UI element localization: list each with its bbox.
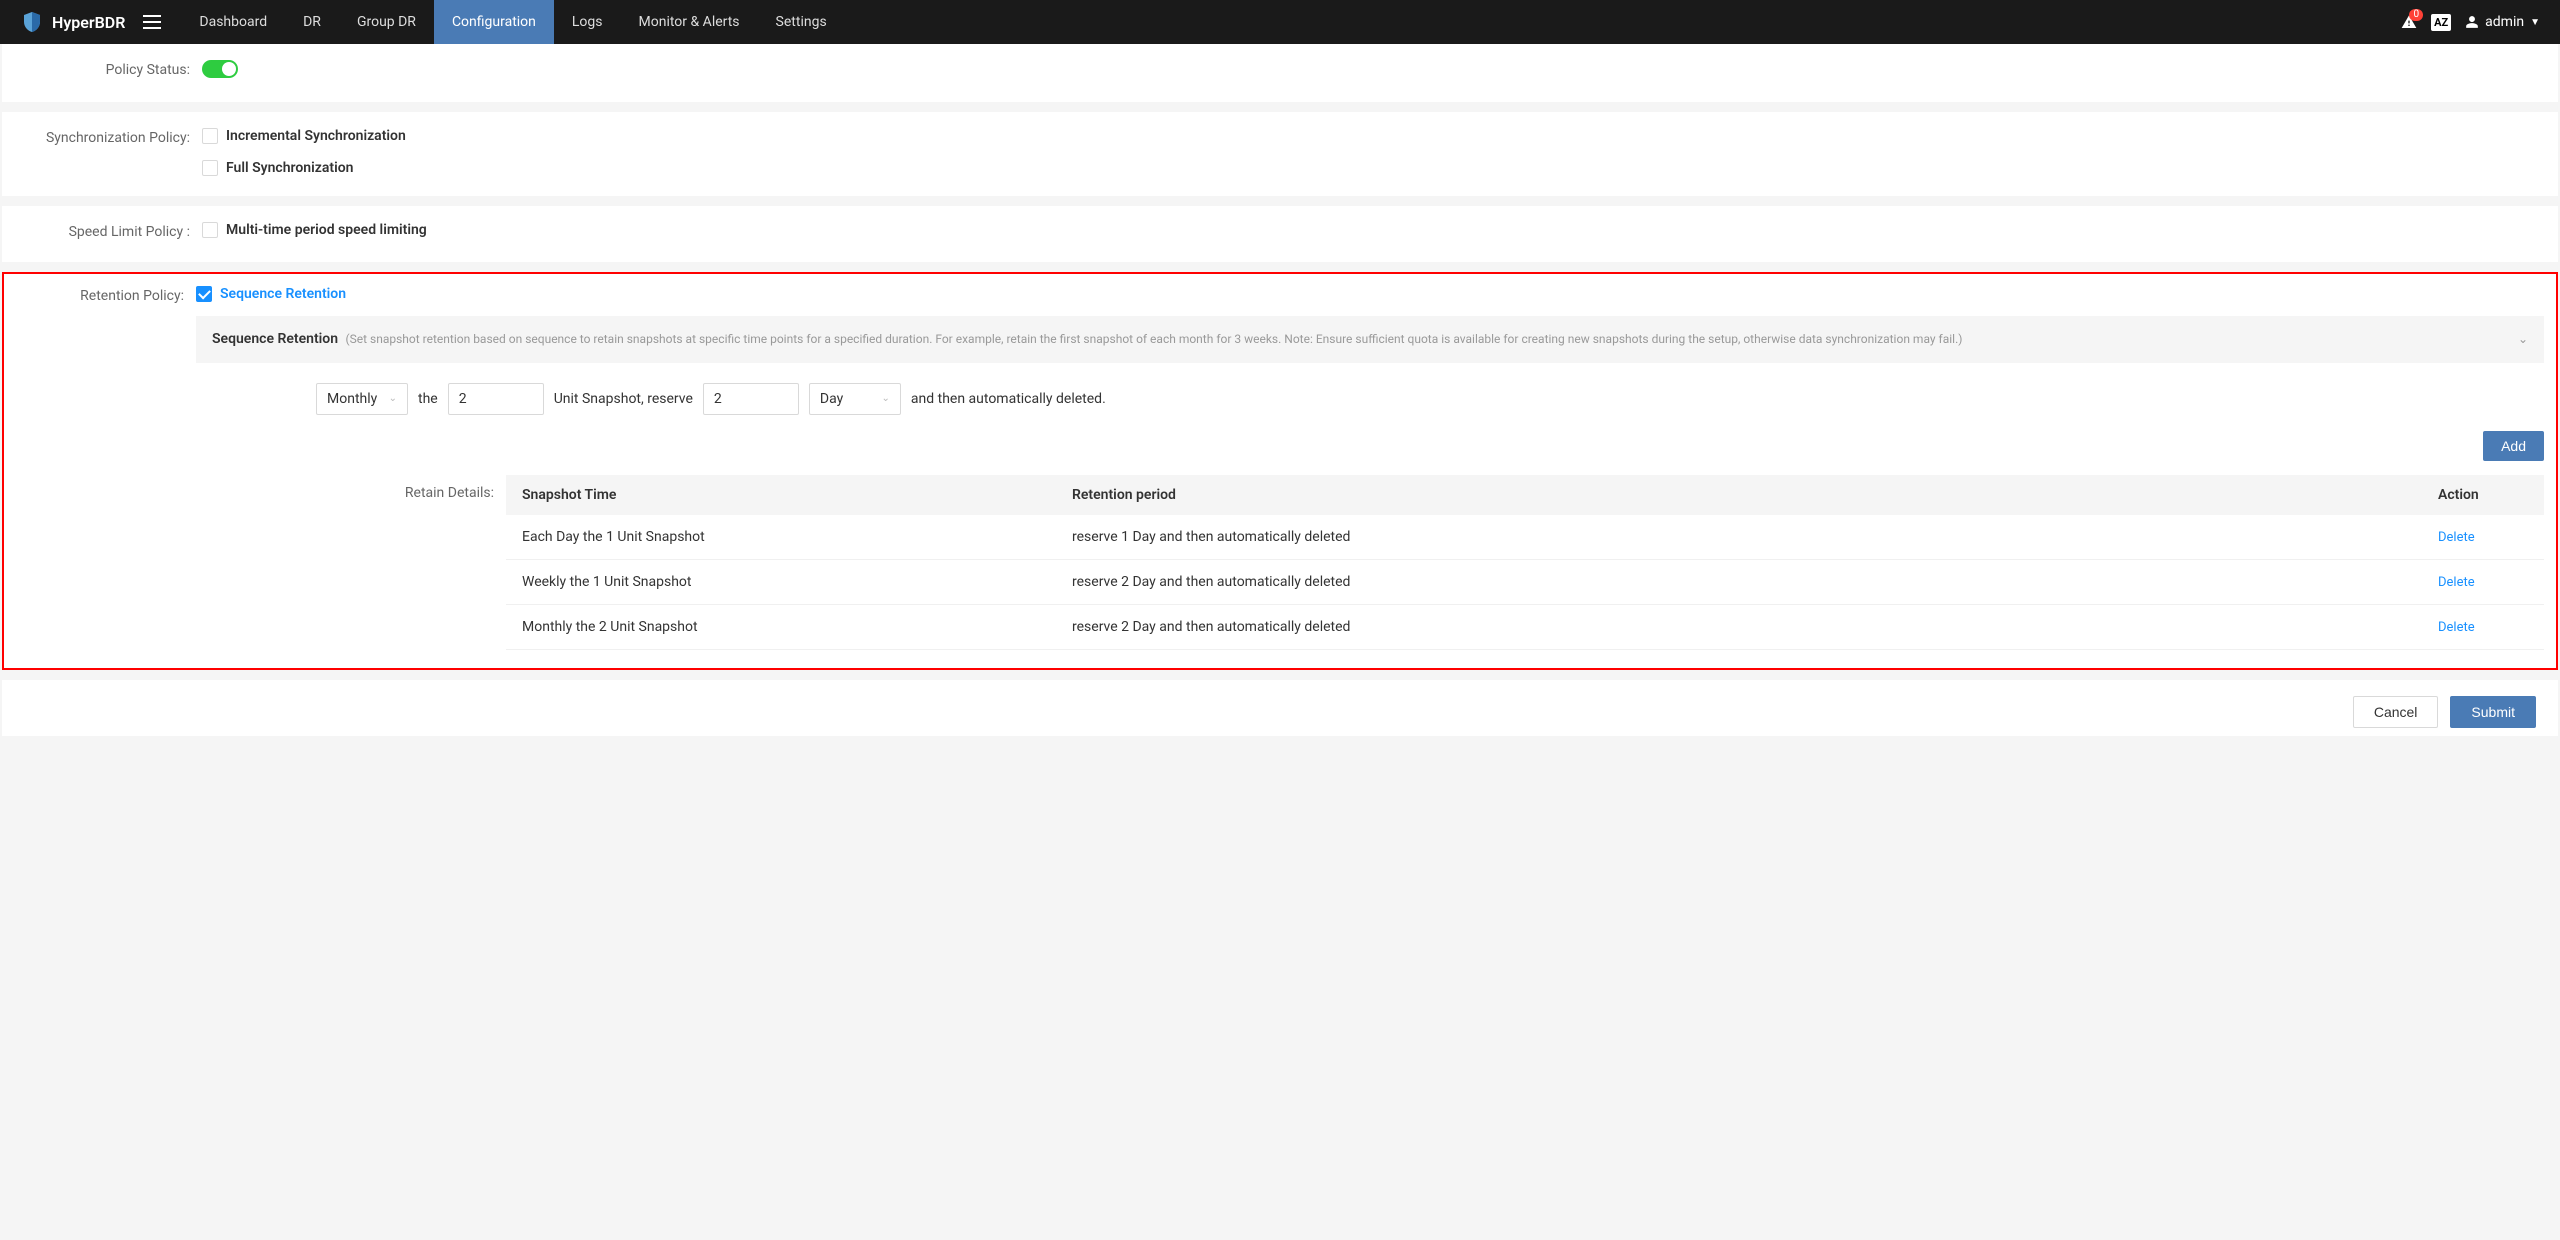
info-title: Sequence Retention — [212, 331, 338, 347]
nav-dr[interactable]: DR — [285, 0, 339, 44]
retention-config-row: Monthly ⌄ the 2 Unit Snapshot, reserve 2… — [196, 363, 2544, 425]
cell-snapshot-time: Weekly the 1 Unit Snapshot — [522, 574, 1072, 590]
text-tail: and then automatically deleted. — [911, 391, 1106, 407]
incremental-sync-checkbox[interactable]: Incremental Synchronization — [202, 128, 2538, 144]
retain-details-label: Retain Details: — [196, 475, 506, 501]
retention-policy-panel: Retention Policy: Sequence Retention Seq… — [2, 272, 2558, 670]
top-nav: Dashboard DR Group DR Configuration Logs… — [181, 0, 844, 44]
checkbox-label: Sequence Retention — [220, 286, 346, 302]
policy-status-panel: Policy Status: — [2, 44, 2558, 102]
logo: HyperBDR — [20, 10, 125, 34]
speed-limit-label: Speed Limit Policy : — [22, 222, 202, 240]
reserve-unit-select[interactable]: Day ⌄ — [809, 383, 901, 415]
user-icon — [2465, 15, 2479, 29]
retention-policy-label: Retention Policy: — [16, 286, 196, 304]
cell-retention-period: reserve 1 Day and then automatically del… — [1072, 529, 2438, 545]
cell-retention-period: reserve 2 Day and then automatically del… — [1072, 619, 2438, 635]
table-row: Each Day the 1 Unit Snapshot reserve 1 D… — [506, 515, 2544, 560]
sequence-retention-checkbox[interactable]: Sequence Retention — [196, 286, 346, 302]
col-snapshot-time: Snapshot Time — [522, 487, 1072, 503]
retain-details-table: Snapshot Time Retention period Action Ea… — [506, 475, 2544, 650]
delete-link[interactable]: Delete — [2438, 530, 2475, 545]
header-right: 0 AZ admin ▼ — [2401, 14, 2540, 31]
nav-dashboard[interactable]: Dashboard — [181, 0, 285, 44]
text-the: the — [418, 391, 438, 407]
retention-info-box: Sequence Retention (Set snapshot retenti… — [196, 316, 2544, 363]
speed-limit-panel: Speed Limit Policy : Multi-time period s… — [2, 206, 2558, 262]
logo-text: HyperBDR — [52, 13, 125, 32]
cell-retention-period: reserve 2 Day and then automatically del… — [1072, 574, 2438, 590]
delete-link[interactable]: Delete — [2438, 575, 2475, 590]
chevron-down-icon: ▼ — [2530, 17, 2540, 28]
policy-status-toggle[interactable] — [202, 60, 238, 78]
notification-icon[interactable]: 0 — [2401, 14, 2417, 30]
input-value: 2 — [714, 391, 722, 407]
multi-time-speed-checkbox[interactable]: Multi-time period speed limiting — [202, 222, 427, 238]
table-row: Weekly the 1 Unit Snapshot reserve 2 Day… — [506, 560, 2544, 605]
add-button[interactable]: Add — [2483, 431, 2544, 461]
period-select[interactable]: Monthly ⌄ — [316, 383, 408, 415]
info-description: (Set snapshot retention based on sequenc… — [346, 332, 1963, 346]
submit-button[interactable]: Submit — [2450, 696, 2536, 728]
user-name: admin — [2485, 14, 2524, 30]
policy-status-label: Policy Status: — [22, 60, 202, 78]
nav-configuration[interactable]: Configuration — [434, 0, 554, 44]
checkbox-icon — [202, 222, 218, 238]
table-row: Monthly the 2 Unit Snapshot reserve 2 Da… — [506, 605, 2544, 650]
app-header: HyperBDR Dashboard DR Group DR Configura… — [0, 0, 2560, 44]
delete-link[interactable]: Delete — [2438, 620, 2475, 635]
sync-policy-label: Synchronization Policy: — [22, 128, 202, 146]
user-menu[interactable]: admin ▼ — [2465, 14, 2540, 30]
checkbox-label: Multi-time period speed limiting — [226, 222, 427, 238]
col-retention-period: Retention period — [1072, 487, 2438, 503]
cell-snapshot-time: Each Day the 1 Unit Snapshot — [522, 529, 1072, 545]
select-value: Monthly — [327, 391, 377, 407]
sync-policy-panel: Synchronization Policy: Incremental Sync… — [2, 112, 2558, 196]
input-value: 2 — [459, 391, 467, 407]
text-unit-snapshot: Unit Snapshot, reserve — [554, 391, 693, 407]
notification-badge: 0 — [2409, 9, 2423, 21]
checkbox-label: Incremental Synchronization — [226, 128, 406, 144]
checkbox-icon — [202, 128, 218, 144]
nav-group-dr[interactable]: Group DR — [339, 0, 434, 44]
footer-actions: Cancel Submit — [2, 680, 2558, 736]
reserve-value-input[interactable]: 2 — [703, 383, 799, 415]
table-header: Snapshot Time Retention period Action — [506, 475, 2544, 515]
language-icon[interactable]: AZ — [2431, 14, 2451, 31]
logo-shield-icon — [20, 10, 44, 34]
the-value-input[interactable]: 2 — [448, 383, 544, 415]
checkbox-icon — [202, 160, 218, 176]
nav-monitor-alerts[interactable]: Monitor & Alerts — [621, 0, 758, 44]
chevron-down-icon: ⌄ — [882, 393, 890, 404]
checkbox-icon — [196, 286, 212, 302]
col-action: Action — [2438, 487, 2528, 503]
retain-details-section: Retain Details: Snapshot Time Retention … — [196, 475, 2544, 650]
nav-logs[interactable]: Logs — [554, 0, 621, 44]
cancel-button[interactable]: Cancel — [2353, 696, 2439, 728]
collapse-chevron-icon[interactable]: ⌄ — [2518, 332, 2528, 346]
chevron-down-icon: ⌄ — [389, 393, 397, 404]
nav-settings[interactable]: Settings — [758, 0, 845, 44]
cell-snapshot-time: Monthly the 2 Unit Snapshot — [522, 619, 1072, 635]
select-value: Day — [820, 391, 843, 407]
full-sync-checkbox[interactable]: Full Synchronization — [202, 160, 2538, 176]
checkbox-label: Full Synchronization — [226, 160, 353, 176]
hamburger-icon[interactable] — [143, 15, 161, 29]
